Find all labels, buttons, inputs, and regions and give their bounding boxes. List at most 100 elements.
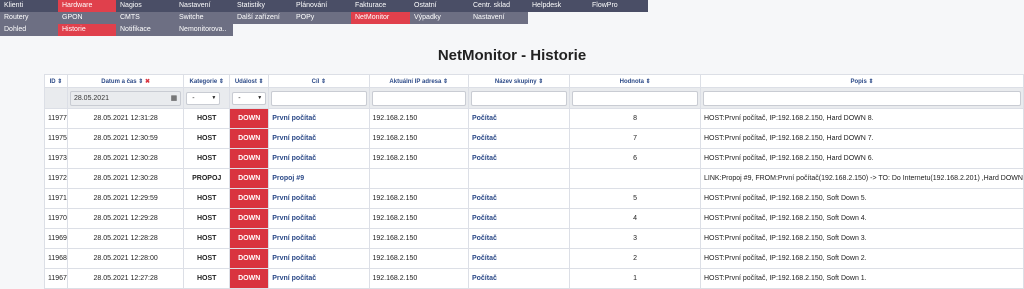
cell-target-link[interactable]: První počítač: [268, 248, 370, 269]
subsubmenu-dohled[interactable]: Dohled: [0, 24, 58, 36]
menu-helpdesk[interactable]: Helpdesk: [528, 0, 588, 12]
menu-fakturace[interactable]: Fakturace: [351, 0, 410, 12]
cell-target-link[interactable]: Propoj #9: [268, 168, 370, 189]
col-target-header[interactable]: Cíl ⇕: [268, 74, 370, 88]
cell-ip: 192.168.2.150: [368, 128, 469, 149]
cell-event-badge: DOWN: [229, 148, 270, 169]
submenu-netmonitor[interactable]: NetMonitor: [351, 12, 410, 24]
submenu-cmts[interactable]: CMTS: [116, 12, 175, 24]
col-datetime-header[interactable]: Datum a čas ⇕ ✖: [66, 74, 185, 88]
cell-datetime: 28.05.2021 12:30:59: [66, 128, 185, 149]
filter-ip-cell: [368, 87, 469, 109]
value-filter-input[interactable]: [572, 90, 698, 106]
desc-filter-input[interactable]: [702, 90, 1021, 106]
subsubmenu-historie[interactable]: Historie: [58, 24, 116, 36]
col-event-header[interactable]: Událost ⇕: [229, 74, 270, 88]
submenu-dalsi-zarizeni[interactable]: Další zařízení: [233, 12, 292, 24]
col-category-header[interactable]: Kategorie ⇕: [183, 74, 231, 88]
cell-event-badge: DOWN: [229, 168, 270, 189]
cell-ip: 192.168.2.150: [368, 188, 469, 209]
col-desc-header[interactable]: Popis ⇕: [699, 74, 1024, 88]
cell-target-link[interactable]: První počítač: [268, 128, 370, 149]
col-group-header[interactable]: Název skupiny ⇕: [467, 74, 571, 88]
col-ip-header[interactable]: Aktuální IP adresa ⇕: [368, 74, 469, 88]
menu-nastaveni[interactable]: Nastavení: [175, 0, 233, 12]
cell-group-link[interactable]: [467, 168, 571, 189]
cell-target-link[interactable]: První počítač: [268, 148, 370, 169]
cell-group-link[interactable]: Počítač: [467, 208, 571, 229]
table-row: 11969 28.05.2021 12:28:28 HOST DOWN První po…: [44, 228, 1024, 249]
cell-ip: 192.168.2.150: [368, 148, 469, 169]
menu-statistiky[interactable]: Statistiky: [233, 0, 292, 12]
filter-row: 28.05.2021 ▦ - ▼ - ▼: [44, 87, 1024, 109]
menu-planovani[interactable]: Plánování: [292, 0, 351, 12]
submenu-vypadky[interactable]: Výpadky: [410, 12, 469, 24]
cell-group-link[interactable]: Počítač: [467, 108, 571, 129]
category-filter-select[interactable]: - ▼: [186, 91, 221, 105]
filter-target-cell: [268, 87, 370, 109]
cell-target-link[interactable]: První počítač: [268, 188, 370, 209]
filter-desc-cell: [699, 87, 1024, 109]
menu-hardware[interactable]: Hardware: [58, 0, 116, 12]
cell-group-link[interactable]: Počítač: [467, 268, 571, 289]
filter-date-cell: 28.05.2021 ▦: [66, 87, 185, 109]
cell-group-link[interactable]: Počítač: [467, 148, 571, 169]
cell-event-badge: DOWN: [229, 128, 270, 149]
cell-group-link[interactable]: Počítač: [467, 248, 571, 269]
cell-description: HOST:První počítač, IP:192.168.2.150, So…: [699, 208, 1024, 229]
group-filter-input[interactable]: [470, 90, 568, 106]
filter-id-cell: [44, 87, 68, 109]
cell-ip: [368, 168, 469, 189]
submenu-routery[interactable]: Routery: [0, 12, 58, 24]
cell-target-link[interactable]: První počítač: [268, 208, 370, 229]
cell-category: HOST: [183, 268, 231, 289]
submenu-gpon[interactable]: GPON: [58, 12, 116, 24]
cell-ip: 192.168.2.150: [368, 268, 469, 289]
cell-description: HOST:První počítač, IP:192.168.2.150, So…: [699, 268, 1024, 289]
cell-group-link[interactable]: Počítač: [467, 128, 571, 149]
history-table: ID ⇕ Datum a čas ⇕ ✖ Kategorie ⇕ Událost…: [44, 74, 1024, 289]
submenu-nastaveni[interactable]: Nastavení: [469, 12, 528, 24]
menu-flowpro[interactable]: FlowPro: [588, 0, 648, 12]
cell-description: HOST:První počítač, IP:192.168.2.150, Ha…: [699, 148, 1024, 169]
menu-centr-sklad[interactable]: Centr. sklad: [469, 0, 528, 12]
menu-nagios[interactable]: Nagios: [116, 0, 175, 12]
event-filter-select[interactable]: - ▼: [232, 91, 267, 105]
cell-ip: 192.168.2.150: [368, 228, 469, 249]
col-value-header[interactable]: Hodnota ⇕: [569, 74, 701, 88]
cell-datetime: 28.05.2021 12:31:28: [66, 108, 185, 129]
menu-row-main: Klienti Hardware Nagios Nastavení Statis…: [0, 0, 648, 12]
target-filter-input[interactable]: [271, 90, 367, 106]
cell-value: 1: [569, 268, 701, 289]
subsubmenu-nemonitorovane[interactable]: Nemonitorova..: [175, 24, 233, 36]
clear-filter-icon[interactable]: ✖: [145, 79, 150, 85]
subsubmenu-notifikace[interactable]: Notifikace: [116, 24, 175, 36]
cell-description: HOST:První počítač, IP:192.168.2.150, Ha…: [699, 108, 1024, 129]
cell-group-link[interactable]: Počítač: [467, 188, 571, 209]
table-row: 11967 28.05.2021 12:27:28 HOST DOWN První po…: [44, 268, 1024, 289]
col-id-header[interactable]: ID ⇕: [44, 74, 68, 88]
submenu-switche[interactable]: Switche: [175, 12, 233, 24]
table-row: 11972 28.05.2021 12:30:28 PROPOJ DOWN Propoj…: [44, 168, 1024, 189]
cell-ip: 192.168.2.150: [368, 248, 469, 269]
cell-category: PROPOJ: [183, 168, 231, 189]
cell-category: HOST: [183, 128, 231, 149]
cell-datetime: 28.05.2021 12:29:28: [66, 208, 185, 229]
date-filter-input[interactable]: 28.05.2021 ▦: [69, 90, 182, 106]
cell-ip: 192.168.2.150: [368, 208, 469, 229]
submenu-popy[interactable]: POPy: [292, 12, 351, 24]
ip-filter-input[interactable]: [371, 90, 466, 106]
cell-target-link[interactable]: První počítač: [268, 228, 370, 249]
calendar-icon[interactable]: ▦: [171, 92, 178, 105]
cell-category: HOST: [183, 248, 231, 269]
table-row: 11968 28.05.2021 12:28:00 HOST DOWN První po…: [44, 248, 1024, 269]
cell-value: 7: [569, 128, 701, 149]
cell-target-link[interactable]: První počítač: [268, 108, 370, 129]
menu-klienti[interactable]: Klienti: [0, 0, 58, 12]
cell-target-link[interactable]: První počítač: [268, 268, 370, 289]
cell-event-badge: DOWN: [229, 228, 270, 249]
cell-group-link[interactable]: Počítač: [467, 228, 571, 249]
cell-id: 11975: [44, 128, 68, 149]
menu-ostatni[interactable]: Ostatní: [410, 0, 469, 12]
cell-description: HOST:První počítač, IP:192.168.2.150, So…: [699, 188, 1024, 209]
